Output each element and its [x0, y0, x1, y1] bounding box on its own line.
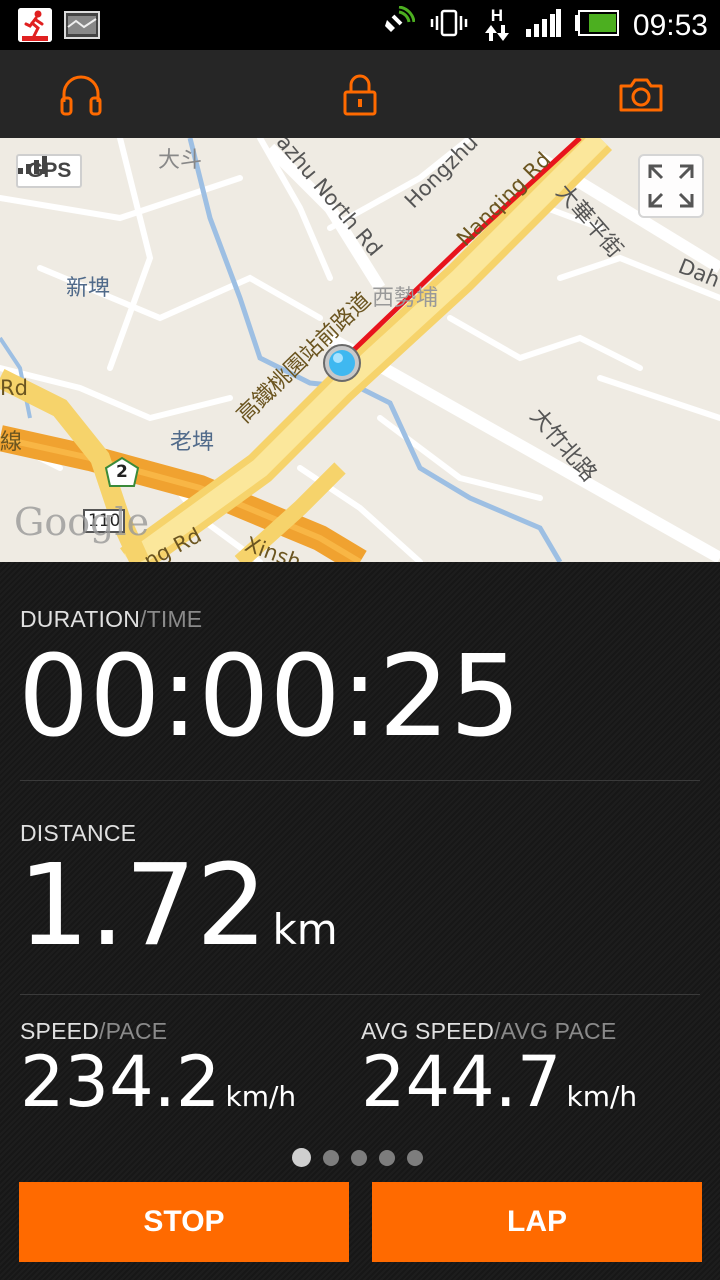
speed-unit: km/h	[225, 1080, 297, 1113]
avg-speed-readout: 244.7 km/h	[361, 1042, 637, 1141]
duration-label: DURATION/TIME	[20, 606, 203, 632]
expand-icon	[648, 164, 694, 208]
network-type-icon: H	[483, 7, 511, 43]
toolbar	[0, 50, 720, 138]
map-label-xian: 線	[0, 430, 23, 455]
battery-icon	[574, 10, 619, 41]
page-dot[interactable]	[379, 1149, 395, 1166]
map-label-rd: Rd	[0, 376, 28, 400]
map-label-dadou: 大斗	[158, 148, 203, 173]
page-dot[interactable]	[407, 1149, 423, 1166]
camera-icon	[619, 78, 663, 112]
gps-activity-icon	[381, 5, 416, 45]
workout-stats: DURATION/TIME 00:00:25 DISTANCE 1.72 km …	[0, 562, 720, 1280]
page-dot[interactable]	[323, 1149, 339, 1166]
page-dot[interactable]	[351, 1149, 367, 1166]
divider	[20, 780, 700, 781]
gps-signal-icon	[18, 156, 47, 174]
distance-value: 1.72	[18, 841, 268, 971]
route-shield-2: 2	[116, 462, 128, 482]
lock-icon	[343, 74, 377, 116]
app-runner-icon	[18, 8, 52, 42]
distance-unit: km	[272, 905, 338, 954]
fullscreen-map-button[interactable]	[638, 154, 704, 218]
google-logo: Google	[14, 500, 150, 544]
speed-value: 234.2	[20, 1041, 221, 1123]
map-label-xinpi: 新埤	[66, 276, 111, 301]
signal-strength-icon	[525, 9, 561, 42]
clock: 09:53	[632, 8, 708, 42]
distance-readout: 1.72 km	[18, 846, 338, 999]
headphones-icon	[60, 75, 102, 116]
map-label-xizhoupu: 西勢埔	[372, 286, 439, 311]
status-bar: H 09:53	[0, 0, 720, 50]
gps-status-badge: GPS	[16, 154, 83, 188]
lock-button[interactable]	[335, 70, 385, 120]
divider	[20, 994, 700, 995]
page-indicator	[292, 1148, 423, 1167]
headphones-button[interactable]	[56, 70, 106, 120]
map-label-laopi: 老埤	[170, 430, 215, 455]
map-canvas	[0, 138, 720, 562]
camera-button[interactable]	[616, 70, 666, 120]
image-notification-icon	[64, 11, 100, 39]
avg-speed-unit: km/h	[566, 1080, 638, 1113]
vibrate-icon	[429, 8, 469, 43]
page-dot[interactable]	[292, 1148, 311, 1167]
stop-button[interactable]: STOP	[19, 1182, 349, 1262]
map-view[interactable]: 大斗 新埤 老埤 西勢埔 高鐵桃園站前路道 大竹北路 大華平街 azhu Nor…	[0, 138, 720, 562]
duration-value: 00:00:25	[18, 632, 522, 762]
lap-button[interactable]: LAP	[372, 1182, 702, 1262]
speed-readout: 234.2 km/h	[20, 1042, 296, 1141]
avg-speed-value: 244.7	[361, 1041, 562, 1123]
